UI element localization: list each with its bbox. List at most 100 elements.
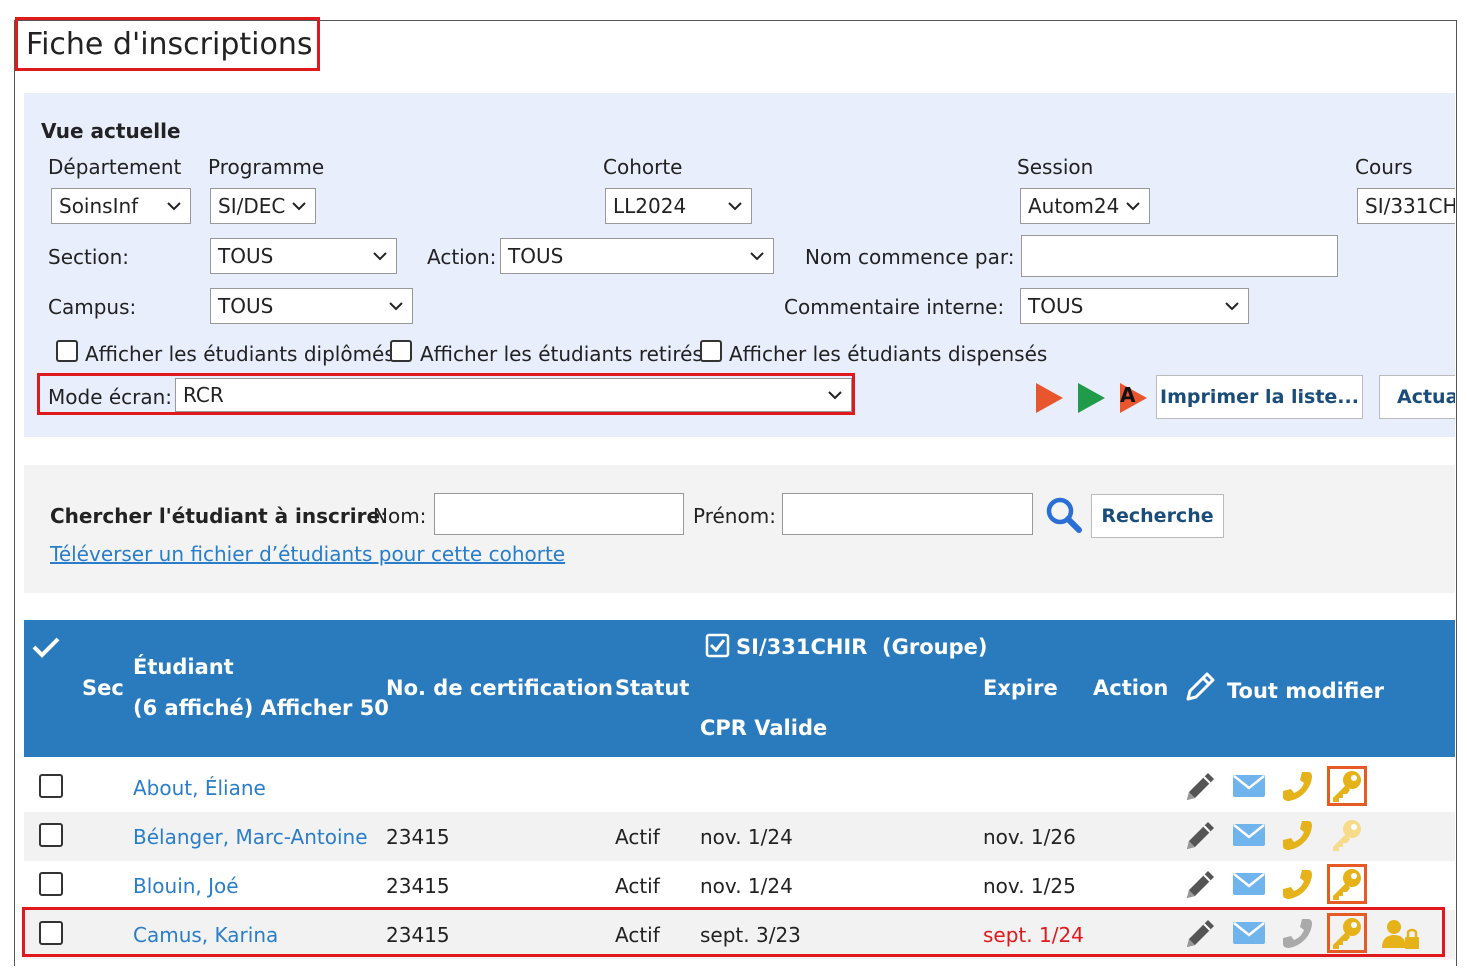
header-course-groupe: (Groupe) — [882, 635, 988, 659]
cours-select[interactable]: SI/331CH — [1357, 188, 1455, 224]
commentaire-label: Commentaire interne: — [784, 295, 1005, 319]
play-letter-icon[interactable]: A — [1117, 381, 1149, 415]
cohorte-select[interactable]: LL2024 — [605, 188, 752, 224]
mode-value: RCR — [183, 383, 224, 407]
header-etudiant[interactable]: Étudiant — [133, 655, 234, 679]
header-certif[interactable]: No. de certification — [386, 676, 613, 700]
expire-date: nov. 1/25 — [983, 874, 1076, 898]
status-text: Actif — [615, 874, 660, 898]
table-row: About, Éliane — [24, 763, 1455, 812]
table-row: Bélanger, Marc-Antoine 23415 Actif nov. 1/2… — [24, 812, 1455, 861]
search-button[interactable]: Recherche — [1091, 494, 1224, 538]
row-checkbox[interactable] — [39, 823, 63, 847]
mail-icon[interactable] — [1231, 866, 1267, 902]
key-icon[interactable] — [1329, 866, 1365, 902]
key-icon[interactable] — [1329, 817, 1365, 853]
dispenses-label: Afficher les étudiants dispensés — [729, 342, 1048, 366]
key-icon[interactable] — [1329, 768, 1365, 804]
cours-value: SI/331CH — [1365, 194, 1455, 218]
status-text: Actif — [615, 825, 660, 849]
mode-select[interactable]: RCR — [175, 378, 852, 412]
departement-label: Département — [48, 155, 182, 179]
refresh-button[interactable]: Actual — [1379, 375, 1455, 419]
chevron-down-icon — [292, 202, 306, 211]
expire-date: nov. 1/26 — [983, 825, 1076, 849]
programme-value: SI/DEC — [218, 194, 286, 218]
pencil-icon[interactable] — [1183, 817, 1219, 853]
search-icon[interactable] — [1045, 496, 1083, 534]
phone-icon[interactable] — [1280, 768, 1316, 804]
cours-label: Cours — [1355, 155, 1413, 179]
retires-label: Afficher les étudiants retirés — [420, 342, 703, 366]
campus-value: TOUS — [218, 294, 274, 318]
mail-icon[interactable] — [1231, 768, 1267, 804]
nom-commence-input[interactable] — [1021, 235, 1338, 277]
header-tout-modifier[interactable]: Tout modifier — [1227, 679, 1384, 703]
prenom-input[interactable] — [782, 493, 1033, 535]
chevron-down-icon — [1126, 202, 1140, 211]
programme-label: Programme — [208, 155, 325, 179]
student-name-link[interactable]: About, Éliane — [133, 776, 266, 800]
session-value: Autom24 — [1028, 194, 1120, 218]
diplomes-checkbox[interactable] — [56, 340, 78, 362]
departement-select[interactable]: SoinsInf — [51, 188, 191, 224]
search-panel — [24, 465, 1455, 593]
section-label: Section: — [48, 245, 130, 269]
table-row: Blouin, Joé 23415 Actif nov. 1/24 nov. 1/25 — [24, 861, 1455, 910]
row-checkbox[interactable] — [39, 872, 63, 896]
header-affiche[interactable]: (6 affiché) Afficher 50 — [133, 696, 389, 720]
student-name-link[interactable]: Blouin, Joé — [133, 874, 239, 898]
pencil-icon[interactable] — [1183, 768, 1219, 804]
nom-input[interactable] — [434, 493, 684, 535]
phone-icon[interactable] — [1280, 866, 1316, 902]
header-course: SI/331CHIR (Groupe) — [736, 635, 988, 659]
cohorte-label: Cohorte — [603, 155, 683, 179]
header-cpr[interactable]: CPR Valide — [700, 716, 827, 740]
action-select[interactable]: TOUS — [500, 238, 774, 274]
edit-all-icon[interactable] — [1183, 670, 1217, 704]
section-select[interactable]: TOUS — [210, 238, 397, 274]
diplomes-label: Afficher les étudiants diplômés — [85, 342, 395, 366]
dispenses-checkbox[interactable] — [700, 340, 722, 362]
departement-value: SoinsInf — [59, 194, 139, 218]
upload-link[interactable]: Téléverser un fichier d’étudiants pour c… — [50, 542, 565, 566]
certification-number: 23415 — [386, 874, 450, 898]
programme-select[interactable]: SI/DEC — [210, 188, 316, 224]
play-letter: A — [1120, 383, 1136, 407]
row-checkbox[interactable] — [39, 774, 63, 798]
mode-label: Mode écran: — [48, 385, 173, 409]
header-expire[interactable]: Expire — [983, 676, 1058, 700]
play-red-icon[interactable] — [1033, 381, 1065, 415]
cohorte-value: LL2024 — [613, 194, 687, 218]
pencil-icon[interactable] — [1183, 866, 1219, 902]
filter-section-title: Vue actuelle — [41, 119, 181, 143]
mail-icon[interactable] — [1231, 817, 1267, 853]
nom-label: Nom: — [373, 504, 427, 528]
chevron-down-icon — [750, 252, 764, 261]
student-name-link[interactable]: Bélanger, Marc-Antoine — [133, 825, 368, 849]
retires-checkbox[interactable] — [390, 340, 412, 362]
course-checkbox-icon[interactable] — [705, 633, 730, 658]
header-statut[interactable]: Statut — [615, 676, 689, 700]
cpr-valid-date: nov. 1/24 — [700, 825, 793, 849]
search-title-label: Chercher l'étudiant à inscrire — [50, 504, 381, 528]
play-green-icon[interactable] — [1075, 381, 1107, 415]
header-sec[interactable]: Sec — [82, 676, 124, 700]
action-value: TOUS — [508, 244, 564, 268]
campus-select[interactable]: TOUS — [210, 288, 413, 324]
check-all-icon[interactable] — [32, 636, 60, 658]
chevron-down-icon — [389, 302, 403, 311]
header-action[interactable]: Action — [1093, 676, 1168, 700]
search-title: Chercher l'étudiant à inscrire: — [50, 504, 387, 528]
cpr-valid-date: nov. 1/24 — [700, 874, 793, 898]
chevron-down-icon — [728, 202, 742, 211]
print-list-button[interactable]: Imprimer la liste... — [1156, 375, 1363, 419]
nom-commence-label: Nom commence par: — [805, 245, 1015, 269]
commentaire-select[interactable]: TOUS — [1020, 288, 1249, 324]
header-course-code: SI/331CHIR — [736, 635, 868, 659]
phone-icon[interactable] — [1280, 817, 1316, 853]
section-value: TOUS — [218, 244, 274, 268]
certification-number: 23415 — [386, 825, 450, 849]
chevron-down-icon — [373, 252, 387, 261]
session-select[interactable]: Autom24 — [1020, 188, 1150, 224]
